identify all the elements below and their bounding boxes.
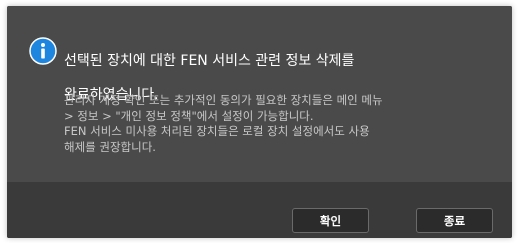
close-button[interactable]: 종료 bbox=[416, 208, 493, 233]
ok-button[interactable]: 확인 bbox=[292, 208, 369, 233]
info-icon bbox=[29, 37, 57, 65]
dialog-title-line1: 선택된 장치에 대한 FEN 서비스 관련 정보 삭제를 bbox=[64, 53, 355, 69]
description-paragraph-admin: 관리자 계정 확인 또는 추가적인 동의가 필요한 장치들은 메인 메뉴 > 정… bbox=[64, 93, 383, 123]
description-paragraph-local: FEN 서비스 미사용 처리된 장치들은 로컬 장치 설정에서도 사용 해제를 … bbox=[64, 124, 370, 154]
dialog-footer: 확인 종료 bbox=[7, 182, 512, 238]
dialog-description: 관리자 계정 확인 또는 추가적인 동의가 필요한 장치들은 메인 메뉴 > 정… bbox=[64, 93, 504, 155]
confirmation-dialog: 선택된 장치에 대한 FEN 서비스 관련 정보 삭제를 완료하였습니다. 관리… bbox=[7, 6, 512, 238]
dialog-content: 선택된 장치에 대한 FEN 서비스 관련 정보 삭제를 완료하였습니다. 관리… bbox=[7, 6, 512, 182]
